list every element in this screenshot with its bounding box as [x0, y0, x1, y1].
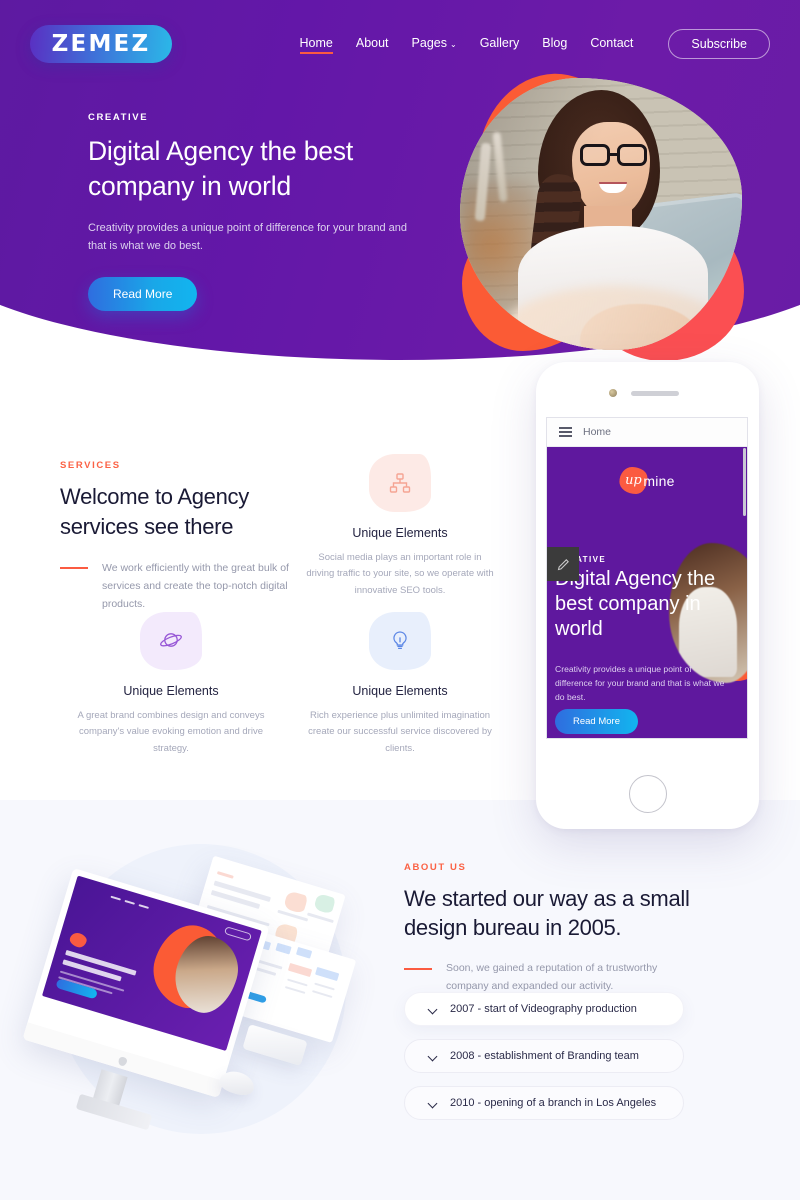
accordion-item[interactable]: 2007 - start of Videography production: [404, 992, 684, 1026]
about-description-row: Soon, we gained a reputation of a trustw…: [404, 960, 704, 996]
nav-item-pages-label: Pages: [411, 35, 447, 50]
chevron-down-icon: [429, 1005, 438, 1014]
brand-logo-text: ZEMEZ: [51, 31, 151, 57]
services-eyebrow: SERVICES: [60, 460, 121, 471]
services-description: We work efficiently with the great bulk …: [102, 562, 289, 611]
about-title: We started our way as a small design bur…: [404, 886, 690, 941]
services-heading-block: SERVICES Welcome to Agency services see …: [60, 460, 310, 614]
phone-read-more-button[interactable]: Read More: [555, 709, 638, 734]
upmine-text: mine: [643, 472, 675, 489]
services-description-row: We work efficiently with the great bulk …: [60, 559, 310, 613]
service-card-text: Social media plays an important role in …: [306, 552, 494, 596]
hero-section: ZEMEZ Home About Pages ⌄ Gallery Blog Con…: [0, 0, 800, 360]
lightbulb-icon: [369, 612, 431, 670]
about-eyebrow: ABOUT US: [404, 862, 467, 873]
subscribe-button[interactable]: Subscribe: [668, 29, 770, 59]
imac-subscribe-button: [223, 926, 253, 942]
hero-eyebrow: CREATIVE: [88, 112, 149, 123]
nav-item-pages[interactable]: Pages ⌄: [412, 36, 457, 53]
nav-item-blog[interactable]: Blog: [542, 36, 567, 53]
hero-copy: CREATIVE Digital Agency the best company…: [88, 112, 428, 312]
hero-read-more-button[interactable]: Read More: [88, 277, 198, 312]
phone-browser-bar: Home: [547, 418, 747, 447]
landing-page: ZEMEZ Home About Pages ⌄ Gallery Blog Con…: [0, 0, 800, 1200]
service-card-title: Unique Elements: [352, 526, 448, 540]
upmine-blob-icon: [68, 931, 89, 950]
service-card-text: A great brand combines design and convey…: [77, 710, 265, 754]
photo-shading: [460, 78, 742, 350]
phone-brand-logo[interactable]: up mine: [619, 467, 674, 494]
phone-speaker-icon: [631, 391, 679, 396]
hero-photo: [460, 78, 742, 350]
accent-dash-icon: [60, 567, 88, 569]
chevron-down-icon: [429, 1099, 438, 1108]
nav-item-about[interactable]: About: [356, 36, 389, 53]
service-card-title: Unique Elements: [352, 684, 448, 698]
phone-hero-title: Digital Agency the best company in world: [555, 568, 716, 640]
service-card[interactable]: Unique Elements A great brand combines d…: [76, 612, 266, 757]
nav-item-home[interactable]: Home: [299, 36, 334, 54]
chevron-down-icon: [429, 1052, 438, 1061]
nav-item-gallery[interactable]: Gallery: [480, 36, 520, 53]
main-navigation: ZEMEZ Home About Pages ⌄ Gallery Blog Con…: [0, 0, 800, 88]
hero-title: Digital Agency the best company in world: [88, 136, 353, 201]
sitemap-icon: [369, 454, 431, 512]
apple-logo-icon: [117, 1056, 128, 1067]
phone-browser-label: Home: [583, 426, 612, 438]
hero-subtitle: Creativity provides a unique point of di…: [88, 221, 407, 252]
hamburger-menu-icon[interactable]: [559, 427, 572, 437]
phone-camera-icon: [609, 389, 617, 397]
phone-home-button[interactable]: [628, 775, 667, 813]
service-card-title: Unique Elements: [123, 684, 219, 698]
accordion-item-label: 2010 - opening of a branch in Los Angele…: [450, 1097, 657, 1109]
chevron-down-icon: ⌄: [449, 39, 457, 49]
services-title: Welcome to Agency services see there: [60, 484, 249, 539]
service-card[interactable]: Unique Elements Social media plays an im…: [305, 454, 495, 599]
nav-item-contact[interactable]: Contact: [590, 36, 633, 53]
accordion-item-label: 2008 - establishment of Branding team: [450, 1050, 639, 1062]
nav-links: Home About Pages ⌄ Gallery Blog Contact S…: [299, 29, 770, 59]
upmine-mark: up: [625, 473, 642, 488]
about-section: ABOUT US We started our way as a small d…: [0, 800, 800, 1200]
phone-mockup: Home up mine CREATIVE Digital Agency the…: [536, 362, 759, 829]
service-card-text: Rich experience plus unlimited imaginati…: [308, 710, 492, 754]
about-description: Soon, we gained a reputation of a trustw…: [446, 961, 658, 992]
accordion-item-label: 2007 - start of Videography production: [450, 1003, 637, 1015]
about-accordion: 2007 - start of Videography production 2…: [404, 992, 684, 1133]
phone-scrollbar[interactable]: [743, 448, 746, 516]
phone-page-content: up mine CREATIVE Digital Agency the best…: [547, 447, 747, 738]
brand-logo[interactable]: ZEMEZ: [30, 25, 172, 63]
accent-dash-icon: [404, 967, 432, 970]
hero-illustration: [452, 60, 762, 360]
service-card[interactable]: Unique Elements Rich experience plus unl…: [305, 612, 495, 757]
accordion-item[interactable]: 2010 - opening of a branch in Los Angele…: [404, 1086, 684, 1120]
edit-pencil-icon[interactable]: [547, 547, 579, 581]
planet-icon: [140, 612, 202, 670]
accordion-item[interactable]: 2008 - establishment of Branding team: [404, 1039, 684, 1073]
about-illustration: [22, 836, 372, 1146]
about-copy: ABOUT US We started our way as a small d…: [404, 862, 704, 996]
phone-screen: Home up mine CREATIVE Digital Agency the…: [546, 417, 748, 739]
phone-hero-subtitle: Creativity provides a unique point of di…: [555, 664, 725, 702]
